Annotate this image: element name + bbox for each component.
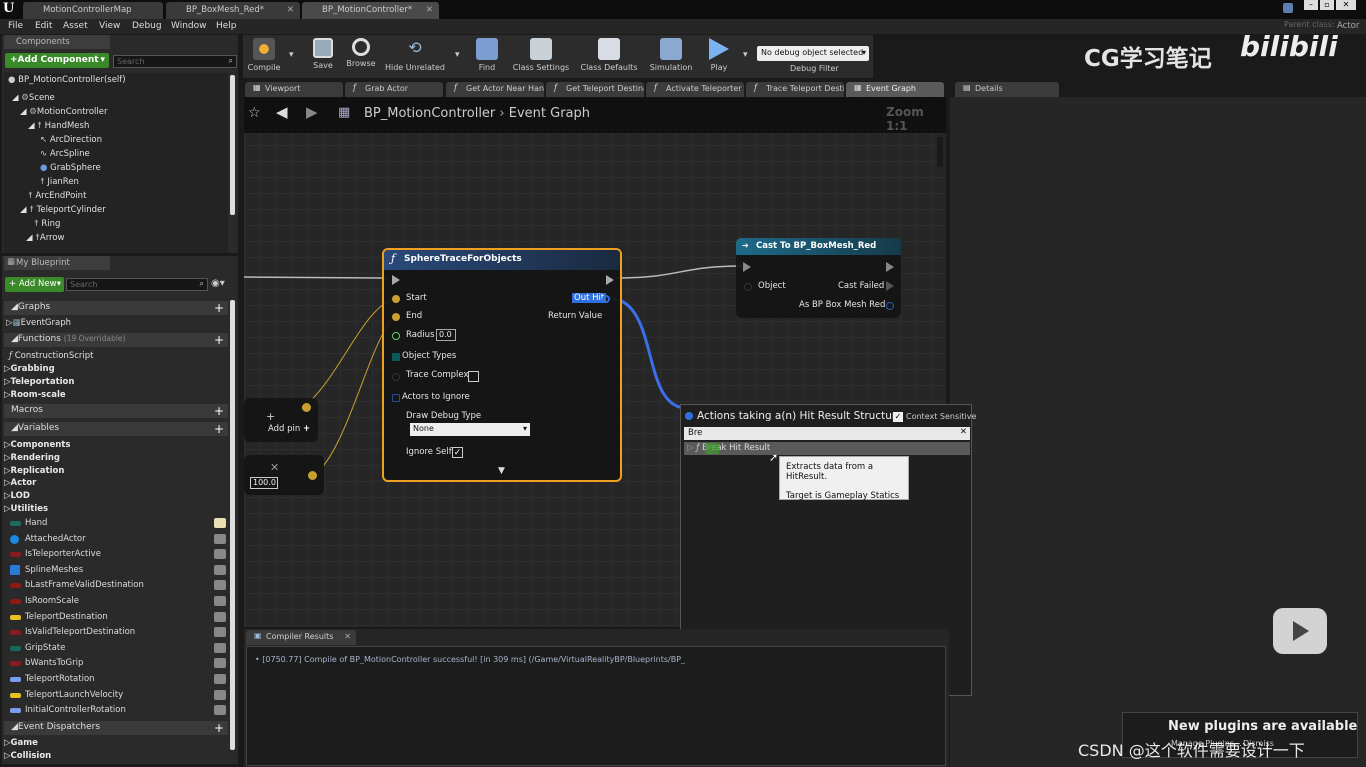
sphere-trace-title: SphereTraceForObjects: [404, 254, 522, 264]
start-pin[interactable]: [392, 295, 400, 303]
vector-wire: [299, 297, 396, 411]
plus-icon: +: [303, 424, 311, 434]
sphere-trace-node[interactable]: ƒ SphereTraceForObjects Start End Radius…: [382, 248, 622, 482]
exec-out-pin[interactable]: [886, 262, 894, 272]
object-types-pin[interactable]: [392, 353, 400, 361]
expand-arrow-icon: ▷: [687, 443, 694, 453]
end-label: End: [406, 311, 423, 321]
cast-node-title: Cast To BP_BoxMesh_Red: [756, 241, 877, 251]
radius-label: Radius: [406, 330, 435, 340]
exec-wire: [243, 276, 389, 279]
draw-debug-type-select[interactable]: None ▾: [410, 423, 530, 436]
output-pin[interactable]: [302, 403, 311, 412]
draw-debug-type-label: Draw Debug Type: [406, 411, 482, 421]
context-sensitive-checkbox[interactable]: ✓: [893, 412, 903, 422]
float-input[interactable]: 100.0: [250, 477, 278, 489]
mouse-cursor-icon: ➚: [769, 451, 779, 464]
return-value-label: Return Value: [548, 311, 603, 321]
compiler-log: • [0750.77] Compile of BP_MotionControll…: [246, 646, 946, 766]
tooltip-line-1: Extracts data from a HitResult.: [786, 462, 874, 482]
context-sensitive-label: Context Sensitive: [906, 412, 977, 421]
radius-input[interactable]: 0.0: [436, 329, 456, 341]
compiler-message: • [0750.77] Compile of BP_MotionControll…: [255, 655, 685, 664]
clear-search-icon[interactable]: ✕: [960, 427, 967, 437]
start-label: Start: [406, 293, 427, 303]
as-bp-box-mesh-red-pin[interactable]: [886, 302, 894, 310]
exec-out-pin[interactable]: [606, 275, 614, 285]
cg-watermark: CG学习笔记: [1084, 46, 1212, 72]
cast-icon: ➜: [742, 241, 749, 250]
csdn-watermark: CSDN @这个软件需要设计一下: [1078, 741, 1305, 760]
float-node[interactable]: ✕ 100.0: [244, 455, 324, 495]
add-pin-label[interactable]: Add pin +: [268, 424, 310, 434]
ignore-self-label: Ignore Self: [406, 447, 452, 457]
compiler-icon: ▣: [254, 631, 262, 640]
radius-pin[interactable]: [392, 332, 400, 340]
object-label: Object: [758, 281, 786, 291]
exec-wire: [615, 265, 743, 279]
trace-complex-label: Trace Complex: [406, 370, 469, 380]
action-search-input[interactable]: Bre ✕: [684, 427, 970, 440]
function-icon: ƒ: [391, 252, 396, 265]
action-menu-title: Actions taking a(n) Hit Result Structure: [697, 410, 903, 422]
actors-to-ignore-pin[interactable]: [392, 394, 400, 402]
notification-title: New plugins are available: [1168, 719, 1358, 734]
search-match-highlight: [705, 443, 719, 454]
tab-compiler-results[interactable]: ▣ Compiler Results ✕: [246, 630, 356, 645]
expand-pins-arrow-icon[interactable]: ▼: [498, 466, 505, 476]
function-icon: ƒ: [696, 443, 700, 453]
cast-failed-label: Cast Failed: [838, 281, 885, 291]
trace-complex-checkbox[interactable]: [468, 371, 479, 382]
bilibili-logo: bilibili: [1240, 30, 1338, 63]
ignore-self-checkbox[interactable]: ✓: [452, 447, 463, 458]
as-bp-box-mesh-red-label: As BP Box Mesh Red: [799, 300, 886, 310]
bilibili-play-icon: [1273, 608, 1327, 654]
trace-complex-pin[interactable]: [392, 373, 400, 381]
exec-in-pin[interactable]: [392, 275, 400, 285]
chevron-down-icon: ▾: [522, 424, 527, 433]
action-result-item[interactable]: ▷ ƒ Break Hit Result: [684, 442, 970, 455]
cast-failed-pin[interactable]: [886, 281, 894, 291]
end-pin[interactable]: [392, 313, 400, 321]
output-pin[interactable]: [308, 471, 317, 480]
action-tooltip: Extracts data from a HitResult. Target i…: [779, 456, 909, 501]
add-pin-plus-icon[interactable]: +: [266, 410, 275, 423]
object-pin[interactable]: [744, 283, 752, 291]
compiler-results-panel: ▣ Compiler Results ✕ • [0750.77] Compile…: [244, 629, 949, 767]
out-hit-pin[interactable]: [602, 295, 610, 303]
hit-result-pin-icon: [685, 412, 693, 420]
object-types-label: Object Types: [402, 351, 457, 361]
tooltip-line-2: Target is Gameplay Statics: [786, 491, 900, 501]
exec-in-pin[interactable]: [743, 262, 751, 272]
remove-icon[interactable]: ✕: [270, 461, 279, 474]
make-array-node[interactable]: + Add pin +: [244, 398, 318, 442]
close-icon[interactable]: ✕: [344, 632, 351, 641]
actors-to-ignore-label: Actors to Ignore: [402, 392, 470, 402]
cast-node[interactable]: ➜ Cast To BP_BoxMesh_Red Object Cast Fai…: [736, 238, 901, 318]
